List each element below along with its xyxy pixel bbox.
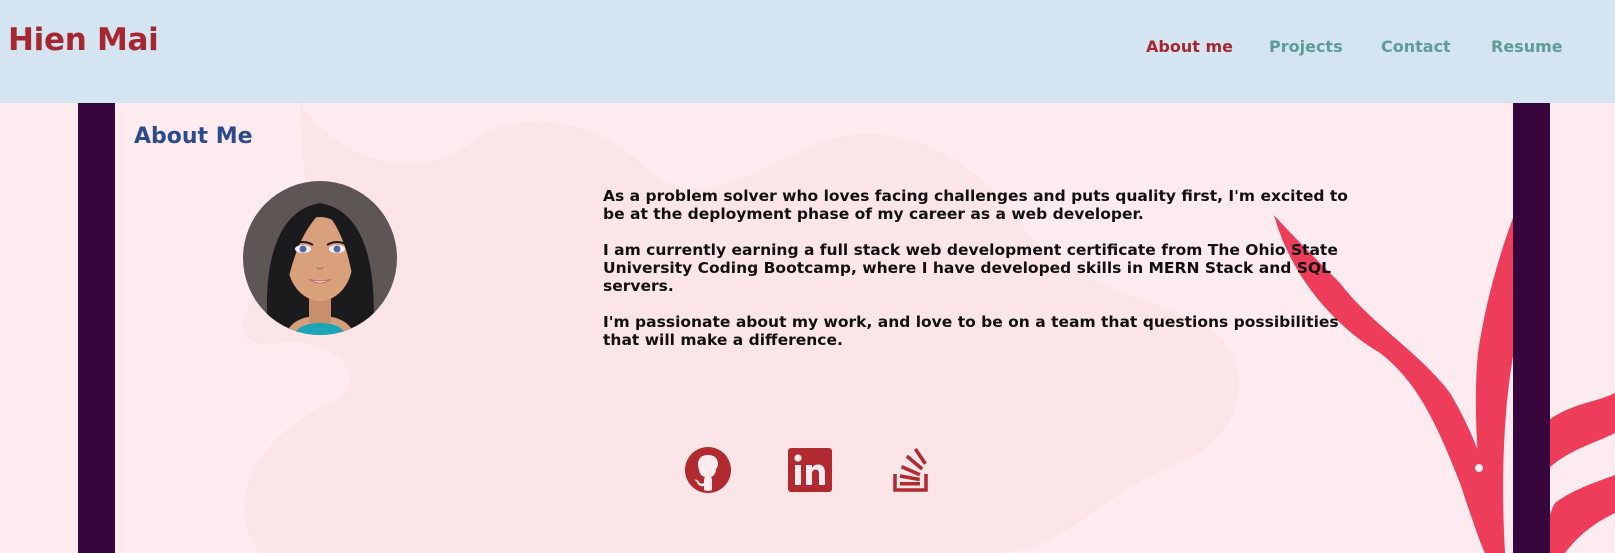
bio-paragraph: I am currently earning a full stack web … (603, 241, 1338, 295)
linkedin-icon (788, 448, 832, 492)
right-side-bar (1513, 103, 1550, 553)
stackoverflow-icon (893, 447, 928, 492)
stackoverflow-link[interactable] (889, 446, 937, 494)
linkedin-link[interactable] (788, 448, 836, 496)
social-links (115, 446, 1513, 496)
nav-item-resume[interactable]: Resume (1491, 37, 1563, 56)
avatar (243, 181, 397, 335)
bio-paragraph: As a problem solver who loves facing cha… (603, 187, 1348, 223)
about-section: About Me As a problem solver who loves f… (115, 103, 1513, 553)
nav-item-about[interactable]: About me (1146, 37, 1233, 56)
bio-text: As a problem solver who loves facing cha… (603, 187, 1373, 367)
main-nav: About me Projects Contact Resume (0, 37, 1615, 57)
github-icon (685, 447, 731, 493)
plant-leaf (1545, 475, 1615, 553)
nav-item-projects[interactable]: Projects (1269, 37, 1343, 56)
left-side-bar (78, 103, 115, 553)
section-title: About Me (134, 124, 253, 149)
github-link[interactable] (684, 446, 732, 494)
site-header: Hien Mai About me Projects Contact Resum… (0, 0, 1615, 103)
nav-item-contact[interactable]: Contact (1381, 37, 1451, 56)
avatar-illustration (243, 181, 397, 335)
bio-paragraph: I'm passionate about my work, and love t… (603, 313, 1339, 349)
